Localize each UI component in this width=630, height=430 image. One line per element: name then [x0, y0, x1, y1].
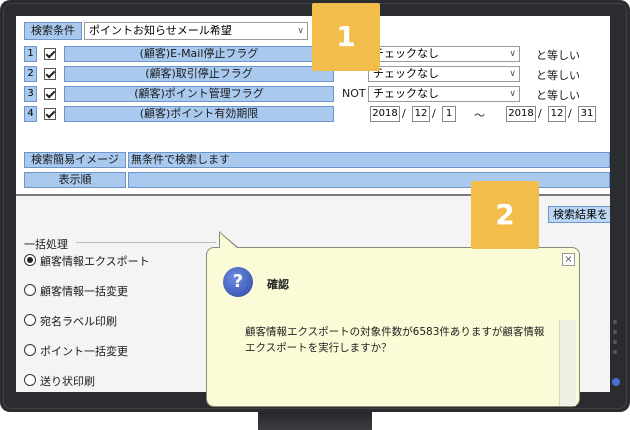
- monitor-stand: [258, 412, 372, 430]
- range-tilde: 〜: [474, 109, 485, 122]
- condition-field-label: (顧客)ポイント管理フラグ: [64, 86, 334, 102]
- question-icon: ?: [223, 267, 253, 297]
- chevron-down-icon: ∨: [509, 69, 516, 79]
- bulk-option-point-change[interactable]: ポイント一括変更: [24, 343, 128, 359]
- condition-value: チェックなし: [373, 67, 439, 80]
- search-image-value: 無条件で検索します: [128, 152, 610, 168]
- date-separator: /: [568, 107, 572, 120]
- search-preset-value: ポイントお知らせメール希望: [89, 24, 232, 37]
- dialog-title: 確認: [267, 278, 289, 291]
- date-separator: /: [432, 107, 436, 120]
- chevron-down-icon: ∨: [509, 49, 516, 59]
- search-condition-label: 検索条件: [24, 22, 82, 40]
- monitor-frame: 検索条件 ポイントお知らせメール希望 ∨ 1 (顧客)E-Mail停止フラグ チェ…: [0, 0, 630, 430]
- power-led-icon: [612, 378, 620, 386]
- radio-icon: [24, 254, 36, 266]
- dialog-scrollbar[interactable]: [559, 320, 576, 406]
- radio-icon: [24, 284, 36, 296]
- bulk-option-invoice-print[interactable]: 送り状印刷: [24, 373, 95, 389]
- bezel-buttons: [612, 320, 618, 360]
- bulk-option-label: ポイント一括変更: [40, 345, 128, 358]
- bulk-option-export[interactable]: 顧客情報エクスポート: [24, 253, 150, 269]
- bulk-option-label: 送り状印刷: [40, 375, 95, 388]
- bulk-option-label: 宛名ラベル印刷: [40, 315, 117, 328]
- condition-value-select[interactable]: チェックなし ∨: [368, 46, 520, 62]
- search-preset-select[interactable]: ポイントお知らせメール希望 ∨: [84, 22, 308, 40]
- bulk-option-label: 顧客情報一括変更: [40, 285, 128, 298]
- radio-icon: [24, 344, 36, 356]
- condition-value: チェックなし: [373, 47, 439, 60]
- bulk-option-label: 顧客情報エクスポート: [40, 255, 150, 268]
- date-separator: /: [538, 107, 542, 120]
- from-day-input[interactable]: 1: [442, 106, 456, 122]
- condition-row-number: 4: [24, 106, 37, 122]
- condition-row-checkbox[interactable]: [44, 48, 56, 60]
- operator-label: と等しい: [536, 69, 580, 82]
- chevron-down-icon: ∨: [509, 89, 516, 99]
- search-image-label: 検索簡易イメージ: [24, 152, 126, 168]
- from-month-input[interactable]: 12: [412, 106, 430, 122]
- dialog-tail-fill: [220, 233, 238, 249]
- step-badge-2: 2: [471, 181, 539, 249]
- condition-row-checkbox[interactable]: [44, 88, 56, 100]
- not-label: NOT: [342, 87, 366, 100]
- bulk-option-address-label[interactable]: 宛名ラベル印刷: [24, 313, 117, 329]
- condition-field-label: (顧客)取引停止フラグ: [64, 66, 334, 82]
- radio-icon: [24, 314, 36, 326]
- condition-value-select[interactable]: チェックなし ∨: [368, 66, 520, 82]
- step-badge-1: 1: [312, 3, 380, 71]
- to-day-input[interactable]: 31: [578, 106, 596, 122]
- condition-field-label: (顧客)E-Mail停止フラグ: [64, 46, 334, 62]
- confirm-dialog: × ? 確認 顧客情報エクスポートの対象件数が6583件ありますが顧客情報エクス…: [206, 231, 580, 407]
- to-month-input[interactable]: 12: [548, 106, 566, 122]
- condition-row-checkbox[interactable]: [44, 108, 56, 120]
- condition-value: チェックなし: [373, 87, 439, 100]
- bulk-process-title: 一括処理: [24, 238, 68, 251]
- date-separator: /: [402, 107, 406, 120]
- bulk-option-bulk-change[interactable]: 顧客情報一括変更: [24, 283, 128, 299]
- dialog-message: 顧客情報エクスポートの対象件数が6583件ありますが顧客情報エクスポートを実行し…: [245, 326, 545, 354]
- condition-row-number: 1: [24, 46, 37, 62]
- display-order-label: 表示順: [24, 172, 126, 188]
- to-year-input[interactable]: 2018: [506, 106, 536, 122]
- search-results-button[interactable]: 検索結果を: [548, 206, 610, 223]
- close-icon[interactable]: ×: [562, 253, 575, 266]
- operator-label: と等しい: [536, 89, 580, 102]
- condition-row-number: 2: [24, 66, 37, 82]
- radio-icon: [24, 374, 36, 386]
- bulk-title-rule: [76, 242, 216, 243]
- condition-field-label: (顧客)ポイント有効期限: [64, 106, 334, 122]
- operator-label: と等しい: [536, 49, 580, 62]
- condition-value-select[interactable]: チェックなし ∨: [368, 86, 520, 102]
- condition-row-number: 3: [24, 86, 37, 102]
- from-year-input[interactable]: 2018: [370, 106, 400, 122]
- condition-row-checkbox[interactable]: [44, 68, 56, 80]
- chevron-down-icon: ∨: [297, 26, 304, 36]
